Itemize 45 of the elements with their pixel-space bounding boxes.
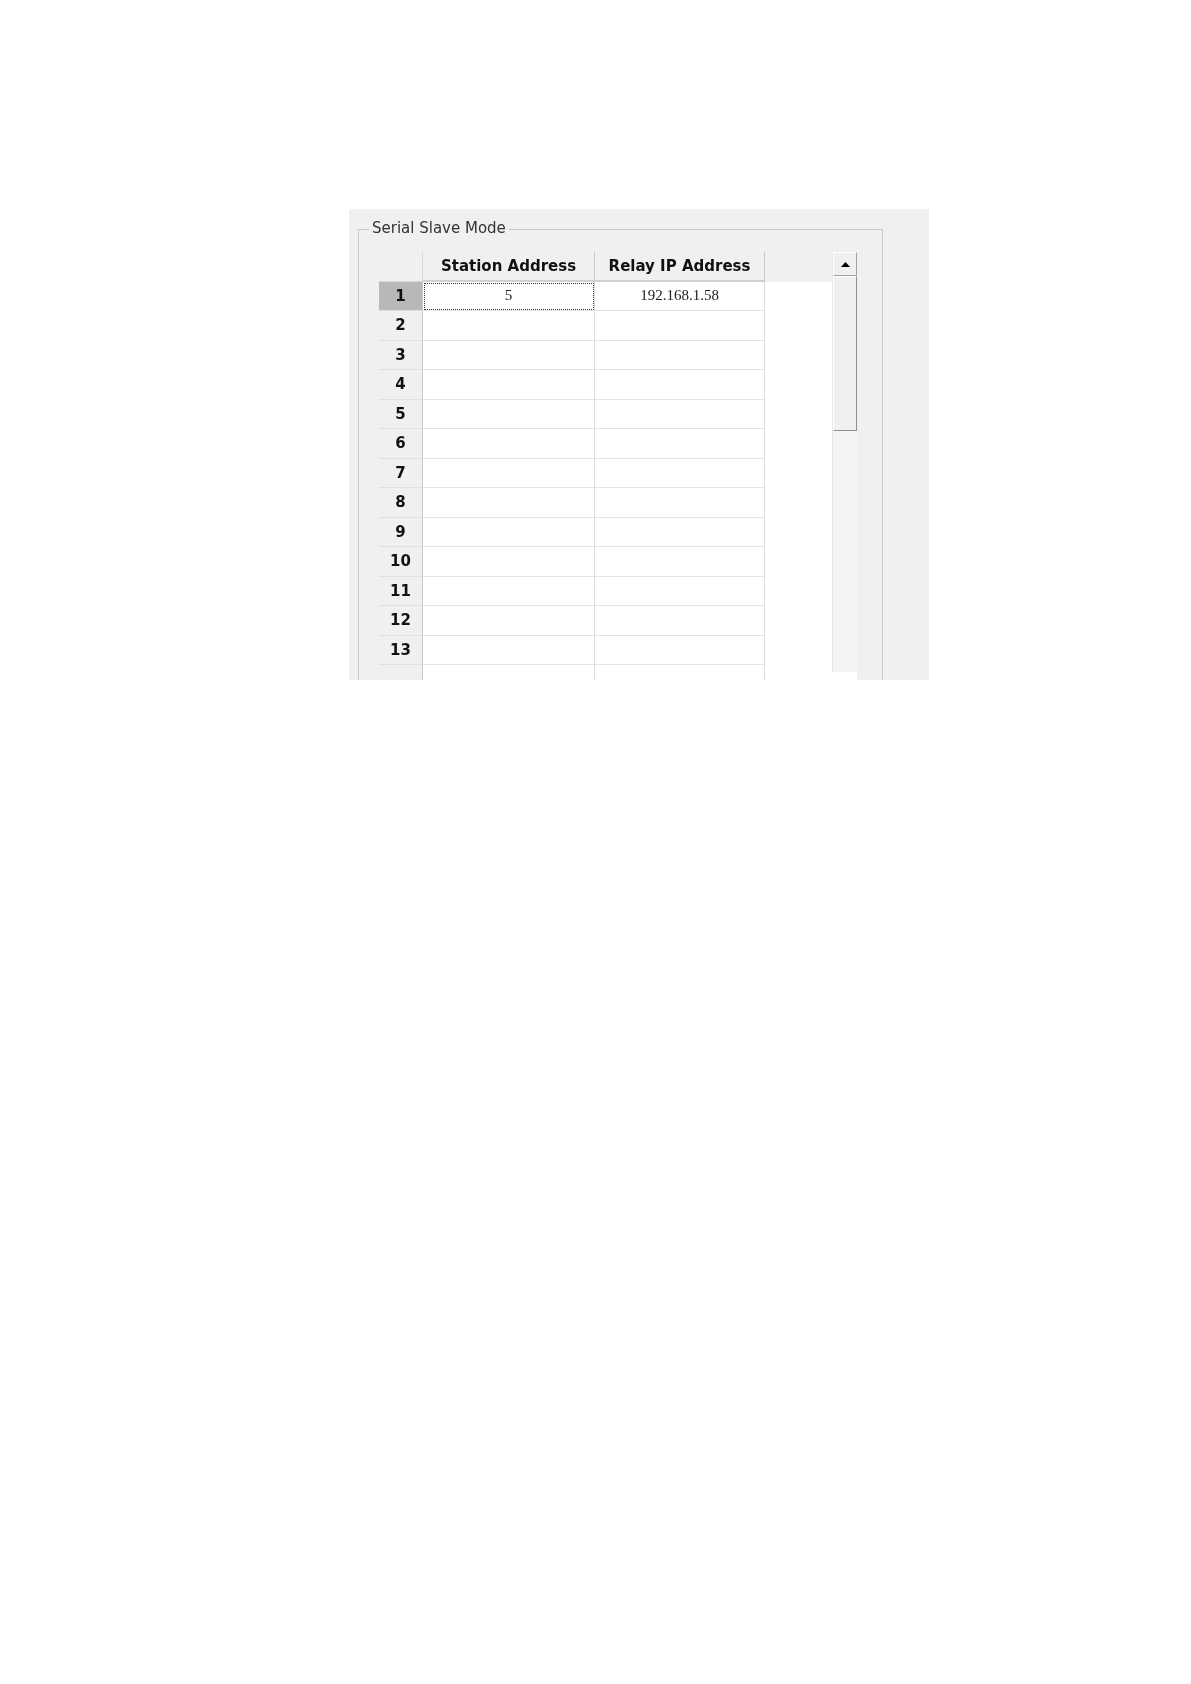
row-header[interactable]: 1: [379, 281, 423, 311]
table-cell[interactable]: [423, 458, 595, 488]
row-header[interactable]: 2: [379, 311, 423, 341]
table-cell[interactable]: [595, 340, 765, 370]
scroll-thumb[interactable]: [833, 276, 857, 431]
table-cell[interactable]: [595, 311, 765, 341]
row-header[interactable]: 8: [379, 488, 423, 518]
row-header[interactable]: 3: [379, 340, 423, 370]
table-cell[interactable]: [595, 576, 765, 606]
column-header[interactable]: Relay IP Address: [595, 252, 765, 282]
table-cell[interactable]: [423, 311, 595, 341]
table-cell[interactable]: [423, 488, 595, 518]
table-cell[interactable]: [595, 370, 765, 400]
scrollbar[interactable]: [832, 252, 857, 672]
row-header[interactable]: 4: [379, 370, 423, 400]
table-cell[interactable]: [423, 370, 595, 400]
row-header[interactable]: 12: [379, 606, 423, 636]
row-header[interactable]: 13: [379, 635, 423, 665]
table-cell[interactable]: 192.168.1.58: [595, 281, 765, 311]
table-cell[interactable]: [595, 429, 765, 459]
row-header[interactable]: 7: [379, 458, 423, 488]
row-header[interactable]: 10: [379, 547, 423, 577]
table-cell[interactable]: [595, 606, 765, 636]
table-cell[interactable]: [595, 517, 765, 547]
table-cell[interactable]: [595, 635, 765, 665]
table-cell[interactable]: [423, 635, 595, 665]
table-cell[interactable]: [595, 547, 765, 577]
column-header[interactable]: Station Address: [423, 252, 595, 282]
table-cell[interactable]: [423, 399, 595, 429]
table-cell[interactable]: [595, 488, 765, 518]
row-header[interactable]: 5: [379, 399, 423, 429]
table-cell[interactable]: [595, 458, 765, 488]
scroll-up-button[interactable]: [833, 252, 857, 276]
table-cell[interactable]: [423, 340, 595, 370]
table-cell[interactable]: [423, 429, 595, 459]
row-header[interactable]: 6: [379, 429, 423, 459]
table-cell[interactable]: 5: [423, 281, 595, 311]
table-cell[interactable]: [423, 606, 595, 636]
table-cell[interactable]: [423, 576, 595, 606]
row-header[interactable]: 9: [379, 517, 423, 547]
row-header[interactable]: 11: [379, 576, 423, 606]
up-arrow-icon: [840, 261, 850, 267]
table-cell[interactable]: [595, 399, 765, 429]
table-cell[interactable]: [423, 517, 595, 547]
table-cell[interactable]: [423, 547, 595, 577]
